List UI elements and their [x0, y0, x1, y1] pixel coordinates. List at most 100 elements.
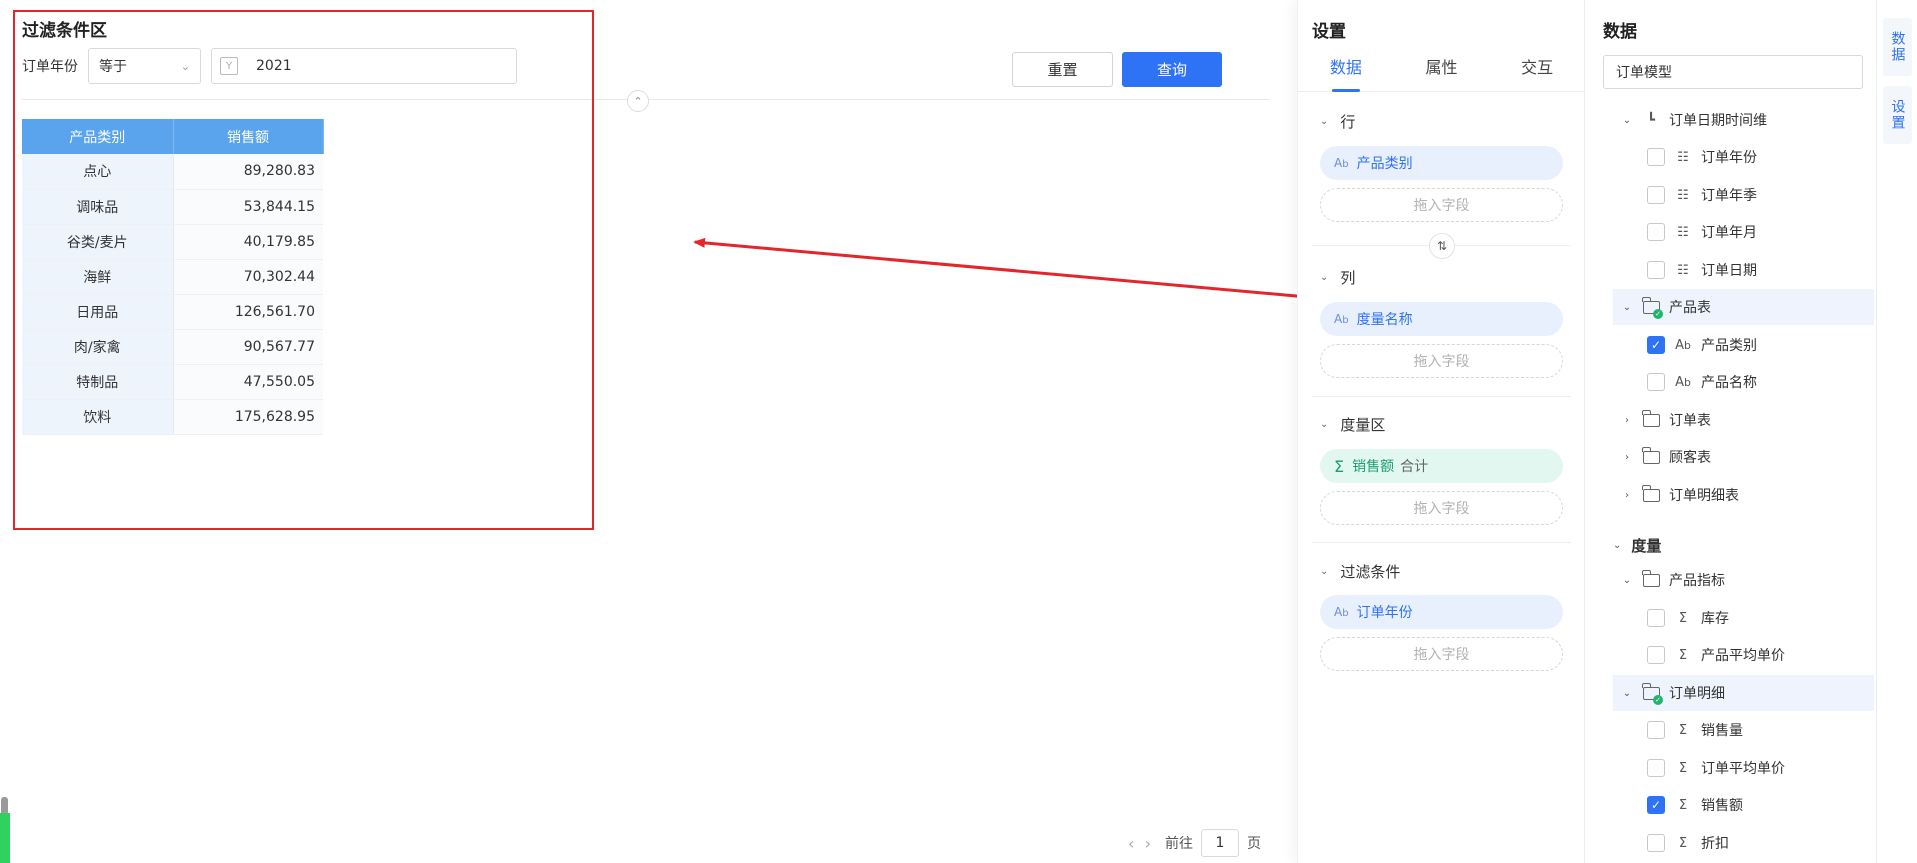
tree-measure-quantity[interactable]: Σ 销售量: [1613, 712, 1874, 748]
tree-group-orders[interactable]: › 订单表: [1613, 402, 1874, 438]
pagination: ‹ › 前往 1 页: [1128, 828, 1261, 858]
field-checkbox-checked[interactable]: ✓: [1647, 796, 1665, 814]
table-row: 点心 89,280.83: [22, 154, 323, 190]
tree-field-label: 折扣: [1701, 836, 1729, 852]
tree-field-label: 产品平均单价: [1701, 648, 1785, 664]
tree-measure-inventory[interactable]: Σ 库存: [1613, 600, 1874, 636]
tab-data[interactable]: 数据: [1298, 56, 1394, 92]
tab-interaction[interactable]: 交互: [1489, 56, 1585, 91]
text-type-icon: Ab: [1675, 337, 1691, 353]
folder-icon: [1641, 446, 1661, 466]
measure-drop-zone[interactable]: 拖入字段: [1320, 491, 1563, 525]
tree-field-product-1[interactable]: Ab 产品名称: [1613, 364, 1874, 400]
field-checkbox[interactable]: [1647, 834, 1665, 852]
tree-field-label: 产品类别: [1701, 338, 1757, 354]
tree-group-customers[interactable]: › 顾客表: [1613, 439, 1874, 475]
measure-field-pill[interactable]: Σ 销售额 合计: [1320, 449, 1563, 483]
tree-measure-discount[interactable]: Σ 折扣: [1613, 825, 1874, 861]
cell-category: 海鲜: [22, 259, 174, 295]
tree-measure-avg-price[interactable]: Σ 产品平均单价: [1613, 637, 1874, 673]
tree-field-date-1[interactable]: ☷ 订单年季: [1613, 177, 1874, 213]
section-measures-header[interactable]: ⌄ 度量区: [1320, 414, 1385, 435]
field-checkbox[interactable]: [1647, 373, 1665, 391]
field-checkbox[interactable]: [1647, 759, 1665, 777]
tree-field-product-0[interactable]: ✓ Ab 产品类别: [1613, 327, 1874, 363]
tree-field-date-2[interactable]: ☷ 订单年月: [1613, 214, 1874, 250]
tree-group-date-label: 订单日期时间维: [1669, 113, 1767, 129]
field-checkbox[interactable]: [1647, 148, 1665, 166]
model-select[interactable]: 订单模型: [1603, 55, 1863, 89]
row-drop-zone[interactable]: 拖入字段: [1320, 188, 1563, 222]
status-indicator: [0, 813, 10, 863]
operator-select[interactable]: 等于 ⌄: [88, 48, 201, 84]
cell-sales: 90,567.77: [173, 329, 323, 365]
field-checkbox[interactable]: [1647, 646, 1665, 664]
tree-field-date-0[interactable]: ☷ 订单年份: [1613, 139, 1874, 175]
cell-category: 特制品: [22, 364, 174, 400]
sum-icon: Σ: [1678, 797, 1688, 813]
sum-icon: Σ: [1678, 647, 1688, 663]
column-header-sales[interactable]: 销售额: [173, 119, 324, 154]
tree-group-date[interactable]: ⌄ ┗ 订单日期时间维: [1613, 102, 1874, 138]
field-checkbox-checked[interactable]: ✓: [1647, 336, 1665, 354]
field-checkbox[interactable]: [1647, 721, 1665, 739]
tree-measure-order-avg-price[interactable]: Σ 订单平均单价: [1613, 750, 1874, 786]
cell-category: 饮料: [22, 399, 174, 435]
cell-sales: 126,561.70: [173, 294, 323, 330]
column-field-pill[interactable]: Ab 度量名称: [1320, 302, 1563, 336]
goto-label: 前往: [1164, 836, 1193, 852]
date-type-icon: ☷: [1677, 224, 1689, 240]
prev-next-icon[interactable]: ‹ ›: [1128, 834, 1151, 853]
tree-group-label: 产品指标: [1669, 573, 1725, 589]
field-checkbox[interactable]: [1647, 186, 1665, 204]
filter-icon: Y: [220, 57, 238, 75]
folder-open-icon: [1641, 569, 1661, 589]
field-checkbox[interactable]: [1647, 609, 1665, 627]
tree-field-date-3[interactable]: ☷ 订单日期: [1613, 252, 1874, 288]
chevron-down-icon: ⌄: [1622, 574, 1632, 586]
section-filters-header[interactable]: ⌄ 过滤条件: [1320, 561, 1400, 582]
text-type-icon: Ab: [1675, 374, 1691, 390]
rail-tab-settings[interactable]: 设置: [1883, 86, 1912, 144]
text-type-icon: Ab: [1334, 312, 1349, 326]
cell-category: 日用品: [22, 294, 174, 330]
table-row: 谷类/麦片 40,179.85: [22, 224, 323, 260]
reset-button[interactable]: 重置: [1012, 52, 1113, 87]
data-panel-title: 数据: [1603, 22, 1637, 42]
tree-group-product-metrics[interactable]: ⌄ 产品指标: [1613, 562, 1874, 598]
tree-field-label: 产品名称: [1701, 375, 1757, 391]
filter-drop-zone[interactable]: 拖入字段: [1320, 637, 1563, 671]
filter-field-pill-label: 订单年份: [1356, 605, 1413, 621]
field-checkbox[interactable]: [1647, 223, 1665, 241]
query-button[interactable]: 查询: [1122, 52, 1222, 87]
rail-tab-data[interactable]: 数据: [1883, 18, 1912, 76]
section-rows-label: 行: [1340, 113, 1356, 131]
page-number-input[interactable]: 1: [1200, 829, 1239, 857]
filter-value-input[interactable]: Y 2021: [211, 48, 517, 84]
tree-field-label: 销售额: [1701, 798, 1743, 814]
tab-properties[interactable]: 属性: [1394, 56, 1490, 91]
filter-field-pill[interactable]: Ab 订单年份: [1320, 595, 1563, 629]
tree-measure-sales[interactable]: ✓ Σ 销售额: [1613, 787, 1874, 823]
sum-icon: Σ: [1678, 835, 1688, 851]
row-field-pill[interactable]: Ab 产品类别: [1320, 146, 1563, 180]
swap-rows-columns-icon[interactable]: ⇅: [1429, 233, 1455, 259]
table-row: 肉/家禽 90,567.77: [22, 329, 323, 365]
section-columns-header[interactable]: ⌄ 列: [1320, 267, 1355, 288]
tree-group-product[interactable]: ⌄ ✓ 产品表: [1613, 289, 1874, 325]
cell-sales: 175,628.95: [173, 399, 323, 435]
folder-open-icon: ✓: [1641, 682, 1663, 705]
chevron-down-icon: ⌄: [1613, 540, 1622, 551]
collapse-up-icon[interactable]: ⌃: [627, 90, 649, 112]
column-header-category[interactable]: 产品类别: [22, 119, 174, 154]
cell-sales: 53,844.15: [173, 189, 323, 225]
tree-group-order-details[interactable]: › 订单明细表: [1613, 477, 1874, 513]
tree-group-order-detail[interactable]: ⌄ ✓ 订单明细: [1613, 675, 1874, 711]
column-drop-zone[interactable]: 拖入字段: [1320, 344, 1563, 378]
cell-category: 调味品: [22, 189, 174, 225]
measures-section-header[interactable]: ⌄ 度量: [1613, 535, 1661, 556]
chevron-down-icon: ⌄: [1320, 419, 1329, 430]
field-checkbox[interactable]: [1647, 261, 1665, 279]
section-rows-header[interactable]: ⌄ 行: [1320, 111, 1355, 132]
table-row: 海鲜 70,302.44: [22, 259, 323, 295]
